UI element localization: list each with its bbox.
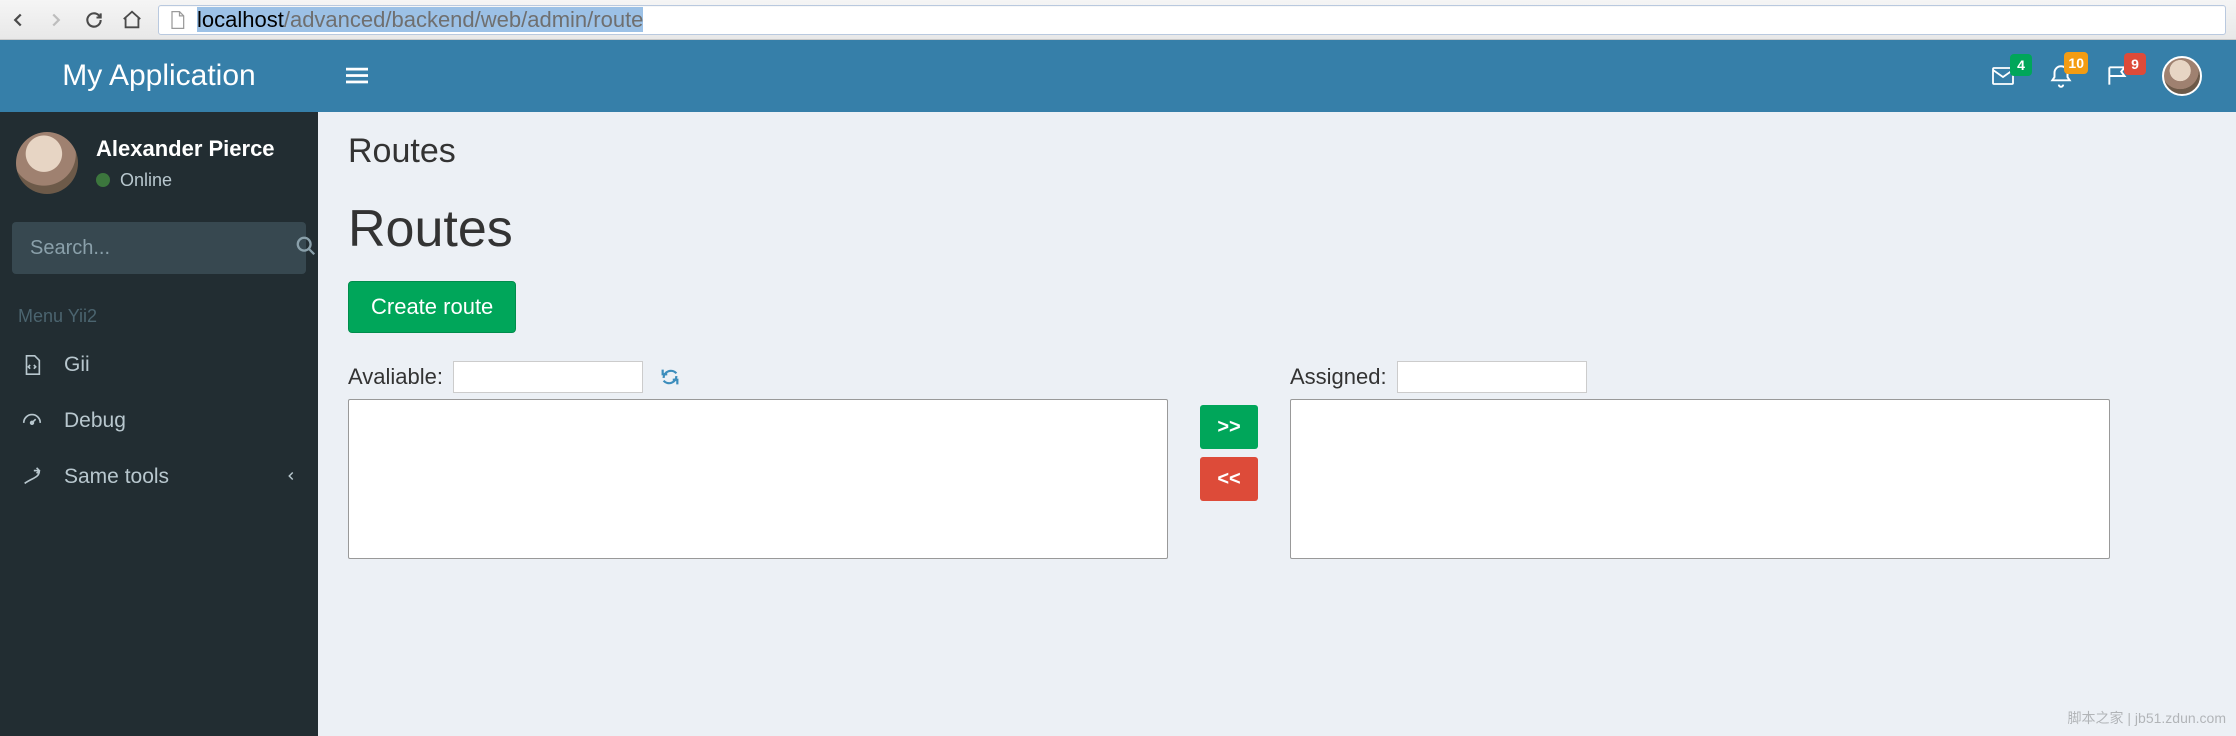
page-title: Routes [348,199,2206,259]
sidebar-item-label: Debug [64,409,126,433]
notifications-icon[interactable]: 10 [2048,62,2074,90]
refresh-icon[interactable] [659,366,681,388]
search-input[interactable] [30,237,295,260]
browser-toolbar: localhost/advanced/backend/web/admin/rou… [0,0,2236,40]
sidebar-item-same-tools[interactable]: Same tools [0,449,318,505]
notifications-badge: 10 [2064,52,2088,74]
sidebar-item-label: Same tools [64,465,169,489]
tasks-badge: 9 [2124,53,2146,75]
sidebar-item-label: Gii [64,353,90,377]
sidebar-toggle[interactable] [344,65,370,87]
user-avatar[interactable] [2162,56,2202,96]
page-icon [167,9,187,31]
content-area: Routes Routes Create route Avaliable: [318,112,2236,736]
user-name: Alexander Pierce [96,136,275,162]
reload-button[interactable] [82,8,106,32]
url-text: localhost/advanced/backend/web/admin/rou… [197,7,643,33]
address-bar[interactable]: localhost/advanced/backend/web/admin/rou… [158,5,2226,35]
content-header: Routes [318,112,2236,177]
app-header: My Application 4 10 9 [0,40,2236,112]
sidebar-search[interactable] [12,222,306,274]
remove-button[interactable]: << [1200,457,1258,501]
share-icon [20,466,44,488]
forward-button[interactable] [44,8,68,32]
available-list[interactable] [348,399,1168,559]
watermark: 脚本之家 | jb51.zdun.com [2068,708,2226,728]
search-icon[interactable] [295,235,317,262]
messages-icon[interactable]: 4 [1988,64,2018,88]
assigned-filter-input[interactable] [1397,361,1587,393]
sidebar-item-debug[interactable]: Debug [0,393,318,449]
available-filter-input[interactable] [453,361,643,393]
available-label: Avaliable: [348,364,443,390]
back-button[interactable] [6,8,30,32]
chevron-left-icon [284,465,298,489]
breadcrumb-title: Routes [348,132,2206,171]
assign-button[interactable]: >> [1200,405,1258,449]
sidebar: Alexander Pierce Online Menu Yii2 Gii [0,112,318,736]
code-file-icon [20,353,44,377]
status-dot-icon [96,173,110,187]
assigned-list[interactable] [1290,399,2110,559]
dashboard-icon [20,410,44,432]
tasks-icon[interactable]: 9 [2104,63,2132,89]
app-logo[interactable]: My Application [0,40,318,112]
messages-badge: 4 [2010,54,2032,76]
menu-header: Menu Yii2 [0,292,318,337]
home-button[interactable] [120,8,144,32]
sidebar-item-gii[interactable]: Gii [0,337,318,393]
user-status: Online [96,170,275,191]
assigned-label: Assigned: [1290,364,1387,390]
create-route-button[interactable]: Create route [348,281,516,333]
user-panel: Alexander Pierce Online [0,112,318,208]
sidebar-avatar[interactable] [16,132,78,194]
user-status-text: Online [120,170,172,191]
